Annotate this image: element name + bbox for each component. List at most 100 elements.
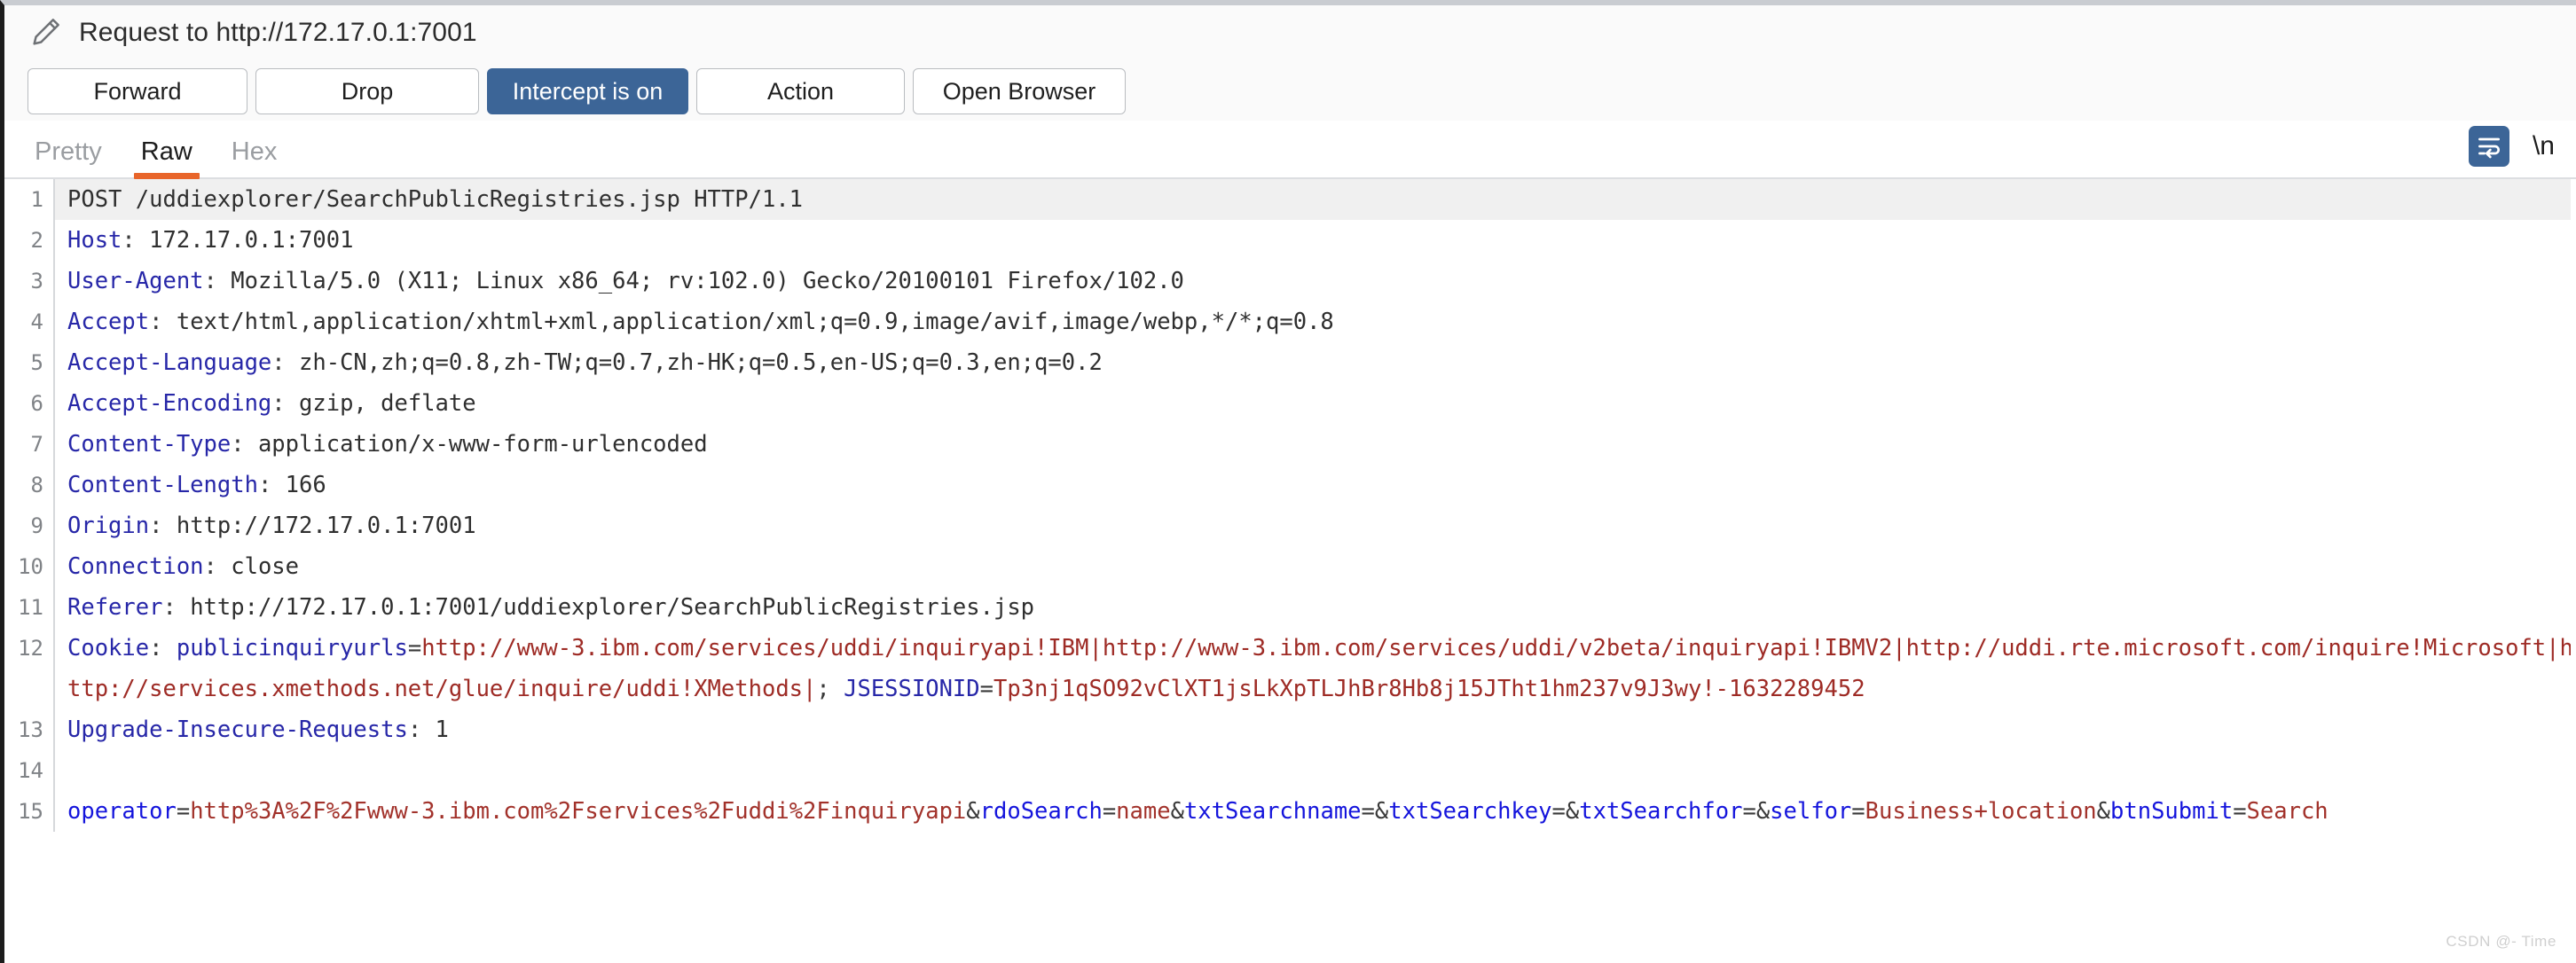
token-punc: : bbox=[149, 309, 177, 335]
line-number: 13 bbox=[4, 709, 55, 750]
token-punc: : bbox=[203, 553, 232, 580]
request-line: 8 Content-Length: 166 bbox=[4, 465, 2576, 505]
token-val: application/x-www-form-urlencoded bbox=[257, 431, 708, 458]
token-pk: btnSubmit bbox=[2110, 798, 2234, 825]
token-amp: & bbox=[1170, 798, 1184, 825]
token-pk: txtSearchfor bbox=[1579, 798, 1743, 825]
token-pk: txtSearchname bbox=[1183, 798, 1362, 825]
token-amp: & bbox=[1755, 798, 1771, 825]
token-hdr: Cookie bbox=[67, 635, 150, 662]
line-number: 2 bbox=[4, 220, 55, 261]
token-amp: = bbox=[2233, 798, 2247, 825]
tab-raw[interactable]: Raw bbox=[122, 139, 212, 179]
tab-hex[interactable]: Hex bbox=[212, 139, 297, 177]
request-line: 11 Referer: http://172.17.0.1:7001/uddiex… bbox=[4, 587, 2576, 628]
token-hdr: Accept-Encoding bbox=[67, 390, 272, 417]
token-pk: txtSearchkey bbox=[1388, 798, 1552, 825]
window-title-bar: Request to http://172.17.0.1:7001 bbox=[4, 5, 2576, 60]
request-line: 15 operator=http%3A%2F%2Fwww-3.ibm.com%2F… bbox=[4, 791, 2576, 832]
line-content[interactable]: Referer: http://172.17.0.1:7001/uddiexpl… bbox=[54, 587, 2576, 628]
token-hdr: Upgrade-Insecure-Requests bbox=[67, 716, 408, 743]
token-amp: & bbox=[2096, 798, 2111, 825]
forward-button[interactable]: Forward bbox=[27, 68, 247, 114]
line-content[interactable]: POST /uddiexplorer/SearchPublicRegistrie… bbox=[54, 179, 2576, 220]
token-amp: & bbox=[1565, 798, 1580, 825]
request-line: 5 Accept-Language: zh-CN,zh;q=0.8,zh-TW;q… bbox=[4, 342, 2576, 383]
line-content[interactable]: Origin: http://172.17.0.1:7001 bbox=[54, 505, 2576, 546]
line-content[interactable]: Host: 172.17.0.1:7001 bbox=[54, 220, 2576, 261]
token-val: gzip, deflate bbox=[299, 390, 476, 417]
token-hdr: Accept-Language bbox=[67, 349, 272, 376]
request-code-table: 1 POST /uddiexplorer/SearchPublicRegistri… bbox=[4, 179, 2576, 832]
line-content[interactable]: Upgrade-Insecure-Requests: 1 bbox=[54, 709, 2576, 750]
token-punc: ; bbox=[816, 676, 844, 702]
token-amp: & bbox=[966, 798, 980, 825]
token-punc: : bbox=[122, 227, 150, 254]
editor-right-edge bbox=[2571, 179, 2576, 959]
token-pv: name bbox=[1116, 798, 1171, 825]
token-val: http://172.17.0.1:7001/uddiexplorer/Sear… bbox=[190, 594, 1035, 621]
action-button[interactable]: Action bbox=[696, 68, 905, 114]
newline-toggle[interactable]: \n bbox=[2533, 131, 2555, 161]
request-line: 1 POST /uddiexplorer/SearchPublicRegistri… bbox=[4, 179, 2576, 220]
line-content[interactable] bbox=[54, 750, 2576, 791]
line-content[interactable]: User-Agent: Mozilla/5.0 (X11; Linux x86_… bbox=[54, 261, 2576, 301]
token-val: zh-CN,zh;q=0.8,zh-TW;q=0.7,zh-HK;q=0.5,e… bbox=[299, 349, 1103, 376]
request-line: 13 Upgrade-Insecure-Requests: 1 bbox=[4, 709, 2576, 750]
line-number: 15 bbox=[4, 791, 55, 832]
line-content[interactable]: Connection: close bbox=[54, 546, 2576, 587]
token-val: close bbox=[231, 553, 300, 580]
line-content[interactable]: Content-Length: 166 bbox=[54, 465, 2576, 505]
token-punc: : bbox=[203, 268, 232, 294]
token-amp: = bbox=[1102, 798, 1117, 825]
token-val: http://172.17.0.1:7001 bbox=[176, 513, 476, 539]
intercept-toolbar: Forward Drop Intercept is on Action Open… bbox=[4, 60, 2576, 121]
editor-tools: \n bbox=[2468, 126, 2576, 177]
token-hdr: Content-Type bbox=[67, 431, 232, 458]
line-content[interactable]: Accept: text/html,application/xhtml+xml,… bbox=[54, 301, 2576, 342]
request-line: 2 Host: 172.17.0.1:7001 bbox=[4, 220, 2576, 261]
token-ck: JSESSIONID bbox=[844, 676, 980, 702]
line-number: 10 bbox=[4, 546, 55, 587]
line-number: 3 bbox=[4, 261, 55, 301]
token-amp: = bbox=[1361, 798, 1375, 825]
token-amp: & bbox=[1374, 798, 1389, 825]
token-val: Mozilla/5.0 (X11; Linux x86_64; rv:102.0… bbox=[231, 268, 1184, 294]
line-number: 8 bbox=[4, 465, 55, 505]
tab-pretty[interactable]: Pretty bbox=[15, 139, 122, 177]
burp-intercept-window: Request to http://172.17.0.1:7001 Forwar… bbox=[0, 0, 2576, 963]
token-hdr: Referer bbox=[67, 594, 163, 621]
raw-request-editor[interactable]: 1 POST /uddiexplorer/SearchPublicRegistri… bbox=[4, 179, 2576, 959]
line-number: 7 bbox=[4, 424, 55, 465]
line-content[interactable]: Accept-Language: zh-CN,zh;q=0.8,zh-TW;q=… bbox=[54, 342, 2576, 383]
line-content[interactable]: Accept-Encoding: gzip, deflate bbox=[54, 383, 2576, 424]
token-hdr: User-Agent bbox=[67, 268, 204, 294]
line-number: 12 bbox=[4, 628, 55, 709]
token-val: text/html,application/xhtml+xml,applicat… bbox=[176, 309, 1334, 335]
request-line: 9 Origin: http://172.17.0.1:7001 bbox=[4, 505, 2576, 546]
line-content[interactable]: Content-Type: application/x-www-form-url… bbox=[54, 424, 2576, 465]
page-title: Request to http://172.17.0.1:7001 bbox=[79, 18, 477, 47]
request-line: 3 User-Agent: Mozilla/5.0 (X11; Linux x86… bbox=[4, 261, 2576, 301]
line-number: 11 bbox=[4, 587, 55, 628]
line-number: 4 bbox=[4, 301, 55, 342]
token-pv: Business+location bbox=[1865, 798, 2097, 825]
word-wrap-icon[interactable] bbox=[2468, 126, 2509, 167]
line-number: 9 bbox=[4, 505, 55, 546]
pencil-icon bbox=[27, 15, 63, 51]
line-content[interactable]: operator=http%3A%2F%2Fwww-3.ibm.com%2Fse… bbox=[54, 791, 2576, 832]
message-view-tabs: Pretty Raw Hex \n bbox=[4, 121, 2576, 179]
token-val: 166 bbox=[285, 472, 326, 498]
token-pk: rdoSearch bbox=[979, 798, 1103, 825]
open-browser-button[interactable]: Open Browser bbox=[913, 68, 1126, 114]
request-line: 10 Connection: close bbox=[4, 546, 2576, 587]
request-line: 7 Content-Type: application/x-www-form-ur… bbox=[4, 424, 2576, 465]
token-punc: : bbox=[271, 390, 300, 417]
line-content[interactable]: Cookie: publicinquiryurls=http://www-3.i… bbox=[54, 628, 2576, 709]
drop-button[interactable]: Drop bbox=[255, 68, 479, 114]
intercept-toggle-button[interactable]: Intercept is on bbox=[487, 68, 688, 114]
token-hdr: Origin bbox=[67, 513, 150, 539]
token-hdr: Connection bbox=[67, 553, 204, 580]
token-amp: = bbox=[1742, 798, 1756, 825]
token-pv: Search bbox=[2246, 798, 2329, 825]
